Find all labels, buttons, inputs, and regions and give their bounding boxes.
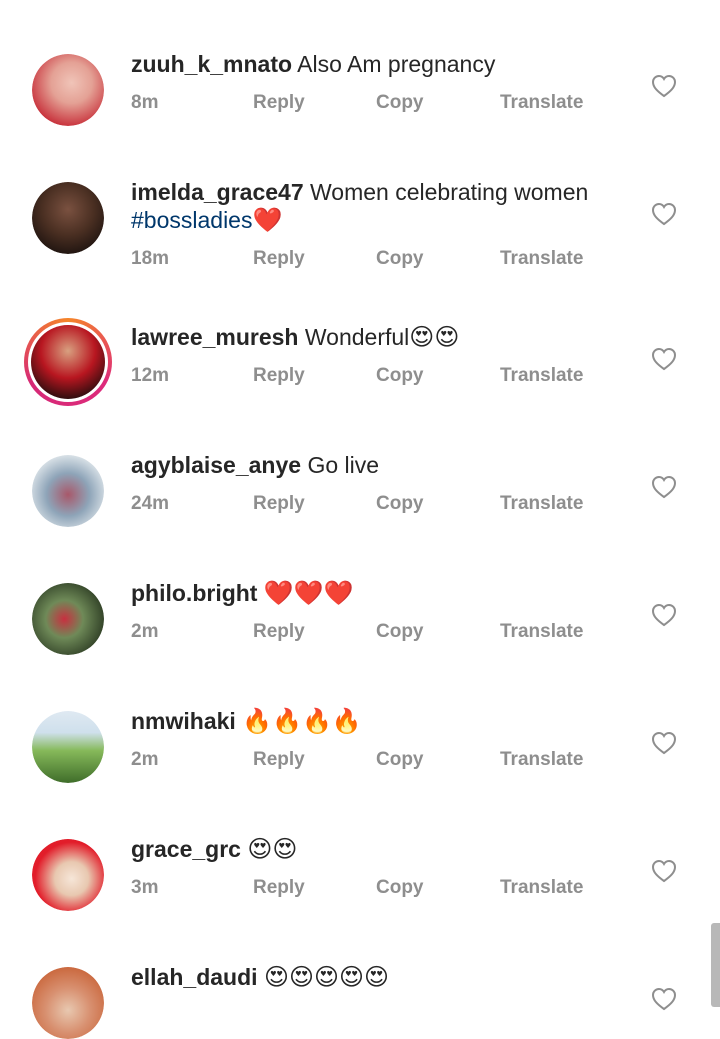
copy-button[interactable]: Copy: [376, 877, 424, 899]
avatar[interactable]: [32, 711, 104, 783]
username[interactable]: agyblaise_anye: [131, 452, 301, 478]
heart-outline-icon[interactable]: [651, 347, 677, 371]
reply-button[interactable]: Reply: [253, 365, 305, 387]
avatar[interactable]: [32, 182, 104, 254]
copy-button[interactable]: Copy: [376, 621, 424, 643]
comment-text: grace_grc 😍😍: [131, 835, 631, 863]
copy-button[interactable]: Copy: [376, 749, 424, 771]
comment-text: lawree_muresh Wonderful😍😍: [131, 323, 631, 351]
heart-outline-icon[interactable]: [651, 603, 677, 627]
avatar[interactable]: [32, 967, 104, 1039]
username[interactable]: zuuh_k_mnato: [131, 51, 292, 77]
emoji: 😍😍: [247, 835, 298, 863]
heart-outline-icon[interactable]: [651, 987, 677, 1011]
comment-text: imelda_grace47 Women celebrating women #…: [131, 178, 631, 234]
translate-button[interactable]: Translate: [500, 749, 583, 771]
reply-button[interactable]: Reply: [253, 877, 305, 899]
copy-button[interactable]: Copy: [376, 248, 424, 270]
avatar[interactable]: [32, 839, 104, 911]
heart-emoji: ❤️: [252, 206, 283, 234]
heart-outline-icon[interactable]: [651, 74, 677, 98]
translate-button[interactable]: Translate: [500, 493, 583, 515]
translate-button[interactable]: Translate: [500, 877, 583, 899]
username[interactable]: philo.bright: [131, 580, 257, 606]
timestamp: 24m: [131, 493, 170, 514]
translate-button[interactable]: Translate: [500, 248, 583, 270]
comment-body: Go live: [307, 452, 380, 478]
username[interactable]: grace_grc: [131, 836, 241, 862]
username[interactable]: lawree_muresh: [131, 324, 298, 350]
translate-button[interactable]: Translate: [500, 365, 583, 387]
comment-text: zuuh_k_mnato Also Am pregnancy: [131, 50, 631, 78]
reply-button[interactable]: Reply: [253, 749, 305, 771]
comment-text: agyblaise_anye Go live: [131, 451, 631, 479]
scrollbar[interactable]: [711, 923, 720, 1007]
reply-button[interactable]: Reply: [253, 493, 305, 515]
emoji: 🔥🔥🔥🔥: [242, 707, 362, 735]
avatar[interactable]: [32, 583, 104, 655]
copy-button[interactable]: Copy: [376, 92, 424, 114]
reply-button[interactable]: Reply: [253, 621, 305, 643]
hashtag-link[interactable]: #bossladies: [131, 207, 252, 233]
comment-body: Wonderful: [304, 324, 410, 350]
translate-button[interactable]: Translate: [500, 92, 583, 114]
timestamp: 2m: [131, 749, 159, 770]
timestamp: 12m: [131, 365, 170, 386]
copy-button[interactable]: Copy: [376, 365, 424, 387]
username[interactable]: imelda_grace47: [131, 179, 304, 205]
username[interactable]: nmwihaki: [131, 708, 236, 734]
timestamp: 18m: [131, 248, 170, 269]
emoji: ❤️❤️❤️: [263, 579, 354, 607]
avatar: [31, 325, 105, 399]
heart-outline-icon[interactable]: [651, 475, 677, 499]
comment-text: ellah_daudi 😍😍😍😍😍: [131, 963, 631, 991]
timestamp: 2m: [131, 621, 159, 642]
reply-button[interactable]: Reply: [253, 248, 305, 270]
emoji: 😍😍😍😍😍: [263, 963, 390, 991]
emoji: 😍😍: [409, 323, 460, 351]
copy-button[interactable]: Copy: [376, 493, 424, 515]
translate-button[interactable]: Translate: [500, 621, 583, 643]
comment-body: Also Am pregnancy: [297, 51, 496, 77]
timestamp: 8m: [131, 92, 159, 113]
heart-outline-icon[interactable]: [651, 731, 677, 755]
comment-body: Women celebrating women: [310, 179, 589, 205]
comment-text: philo.bright ❤️❤️❤️: [131, 579, 631, 607]
heart-outline-icon[interactable]: [651, 202, 677, 226]
comment-text: nmwihaki 🔥🔥🔥🔥: [131, 707, 631, 735]
reply-button[interactable]: Reply: [253, 92, 305, 114]
timestamp: 3m: [131, 877, 159, 898]
heart-outline-icon[interactable]: [651, 859, 677, 883]
avatar[interactable]: [32, 54, 104, 126]
username[interactable]: ellah_daudi: [131, 964, 258, 990]
avatar[interactable]: [32, 455, 104, 527]
avatar-story-ring[interactable]: [24, 318, 112, 406]
